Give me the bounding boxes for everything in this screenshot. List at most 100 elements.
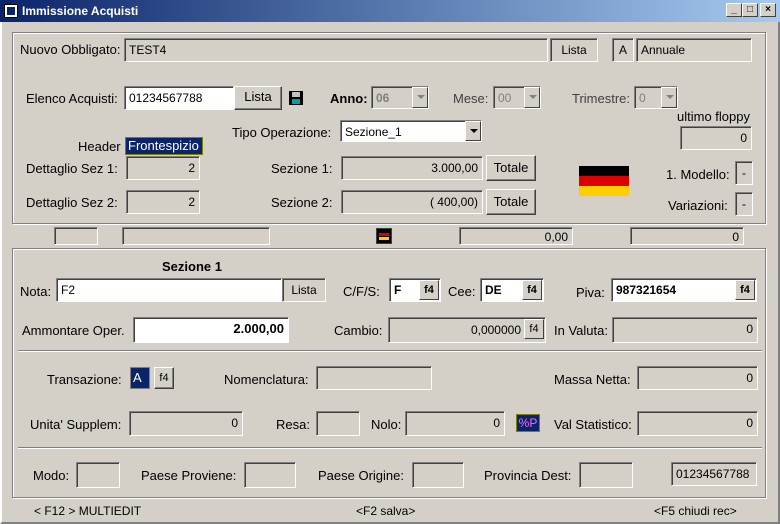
modo-label: Modo: bbox=[33, 468, 70, 483]
piva-label: Piva: bbox=[576, 285, 605, 300]
resa-field[interactable] bbox=[316, 411, 360, 436]
val-statistico-label: Val Statistico: bbox=[554, 417, 632, 432]
unita-supplem-field[interactable]: 0 bbox=[129, 411, 243, 436]
periodicity-code-field: A bbox=[612, 38, 634, 62]
dettaglio-sez1-field: 2 bbox=[126, 156, 200, 180]
trimestre-label: Trimestre: bbox=[572, 91, 631, 106]
mese-value: 00 bbox=[498, 91, 512, 105]
cee-input[interactable]: DE f4 bbox=[480, 278, 544, 302]
cambio-label: Cambio: bbox=[334, 323, 383, 338]
nolo-field[interactable]: 0 bbox=[405, 411, 505, 436]
dettaglio-sez2-field: 2 bbox=[126, 190, 200, 214]
midbar-total-field: 0,00 bbox=[459, 227, 573, 245]
section-divider-1 bbox=[18, 350, 762, 352]
nomenclatura-field[interactable] bbox=[316, 366, 432, 390]
cfs-label: C/F/S: bbox=[343, 284, 380, 299]
cambio-f4-button[interactable]: f4 bbox=[524, 319, 544, 339]
dettaglio-sez2-label: Dettaglio Sez 2: bbox=[26, 195, 118, 210]
frontespizio-button[interactable]: Frontespizio bbox=[125, 137, 203, 155]
tipo-operazione-select[interactable]: Sezione_1 bbox=[340, 120, 482, 142]
midbar-count-field: 0 bbox=[630, 227, 744, 245]
anno-select[interactable]: 06 bbox=[371, 86, 429, 109]
piva-value: 987321654 bbox=[616, 283, 677, 297]
nota-label: Nota: bbox=[20, 284, 52, 299]
mese-select[interactable]: 00 bbox=[493, 86, 541, 109]
transazione-input[interactable]: A bbox=[130, 367, 150, 389]
cambio-value: 0,000000 bbox=[470, 323, 521, 337]
section-title: Sezione 1 bbox=[162, 259, 222, 274]
dettaglio-sez1-label: Dettaglio Sez 1: bbox=[26, 161, 118, 176]
modello-field: - bbox=[735, 161, 753, 185]
paese-origine-field[interactable] bbox=[412, 462, 464, 488]
ultimo-floppy-label: ultimo floppy bbox=[677, 109, 750, 124]
variazioni-field: - bbox=[735, 192, 753, 216]
elenco-acquisti-label: Elenco Acquisti: bbox=[26, 91, 118, 106]
tipo-operazione-value: Sezione_1 bbox=[345, 125, 402, 139]
cee-f4-button[interactable]: f4 bbox=[522, 280, 542, 300]
cambio-field[interactable]: 0,000000 f4 bbox=[388, 317, 546, 343]
ammontare-label: Ammontare Oper. bbox=[22, 323, 125, 338]
paese-proviene-label: Paese Proviene: bbox=[141, 468, 237, 483]
sezione1-label: Sezione 1: bbox=[271, 161, 333, 176]
cfs-input[interactable]: F f4 bbox=[389, 278, 441, 302]
modello-label: 1. Modello: bbox=[666, 167, 730, 182]
status-salva: <F2 salva> bbox=[356, 504, 416, 518]
ammontare-input[interactable]: 2.000,00 bbox=[133, 317, 289, 343]
chevron-down-icon[interactable] bbox=[661, 87, 677, 108]
val-statistico-field[interactable]: 0 bbox=[637, 411, 758, 436]
chevron-down-icon[interactable] bbox=[465, 121, 481, 141]
sezione2-totale-button[interactable]: Totale bbox=[486, 189, 536, 215]
provincia-dest-label: Provincia Dest: bbox=[484, 468, 572, 483]
cfs-f4-button[interactable]: f4 bbox=[419, 280, 439, 300]
nuovo-obbligato-field[interactable]: TEST4 bbox=[124, 38, 548, 62]
elenco-acquisti-input[interactable]: 01234567788 bbox=[124, 86, 234, 110]
piva-f4-button[interactable]: f4 bbox=[735, 280, 755, 300]
midbar-field-2 bbox=[122, 227, 270, 245]
anno-label: Anno: bbox=[330, 91, 368, 106]
paese-origine-label: Paese Origine: bbox=[318, 468, 404, 483]
chevron-down-icon[interactable] bbox=[524, 87, 540, 108]
percent-button[interactable]: %P bbox=[516, 414, 540, 432]
save-floppy-icon[interactable] bbox=[289, 91, 303, 105]
transazione-f4-button[interactable]: f4 bbox=[154, 367, 174, 389]
piva-input[interactable]: 987321654 f4 bbox=[611, 278, 757, 302]
window-title: Immissione Acquisti bbox=[22, 4, 139, 18]
nomenclatura-label: Nomenclatura: bbox=[224, 372, 309, 387]
trimestre-select[interactable]: 0 bbox=[634, 86, 678, 109]
close-button[interactable]: × bbox=[760, 3, 776, 17]
nuovo-obbligato-label: Nuovo Obbligato: bbox=[20, 42, 121, 57]
transazione-label: Transazione: bbox=[47, 372, 122, 387]
germany-flag-icon bbox=[579, 166, 629, 196]
anno-value: 06 bbox=[376, 91, 390, 105]
sezione1-totale-button[interactable]: Totale bbox=[486, 155, 536, 181]
ultimo-floppy-field: 0 bbox=[680, 126, 752, 150]
periodicity-text-field: Annuale bbox=[636, 38, 752, 62]
chevron-down-icon[interactable] bbox=[412, 87, 428, 108]
elenco-lista-button[interactable]: Lista bbox=[234, 86, 282, 110]
provincia-dest-field[interactable] bbox=[579, 462, 633, 488]
mese-label: Mese: bbox=[453, 91, 489, 106]
paese-proviene-field[interactable] bbox=[244, 462, 296, 488]
status-multiedit: < F12 > MULTIEDIT bbox=[34, 504, 142, 518]
massa-netta-label: Massa Netta: bbox=[554, 372, 631, 387]
nota-lista-button[interactable]: Lista bbox=[282, 278, 326, 302]
tipo-operazione-label: Tipo Operazione: bbox=[232, 125, 332, 140]
resa-label: Resa: bbox=[276, 417, 310, 432]
in-valuta-label: In Valuta: bbox=[554, 323, 608, 338]
flag-mini-icon bbox=[376, 228, 392, 244]
obbligato-lista-button[interactable]: Lista bbox=[550, 38, 598, 62]
header-label: Header bbox=[78, 139, 121, 154]
maximize-button[interactable]: □ bbox=[742, 3, 758, 17]
record-code-field: 01234567788 bbox=[671, 462, 757, 486]
nolo-label: Nolo: bbox=[371, 417, 402, 432]
modo-field[interactable] bbox=[76, 462, 120, 488]
minimize-button[interactable]: _ bbox=[726, 3, 742, 17]
nota-input[interactable]: F2 bbox=[56, 278, 282, 302]
cfs-value: F bbox=[394, 283, 402, 297]
midbar-field-1 bbox=[54, 227, 98, 245]
cee-value: DE bbox=[485, 283, 502, 297]
cee-label: Cee: bbox=[448, 284, 476, 299]
unita-supplem-label: Unita' Supplem: bbox=[30, 417, 122, 432]
variazioni-label: Variazioni: bbox=[668, 198, 728, 213]
massa-netta-field[interactable]: 0 bbox=[637, 366, 758, 390]
